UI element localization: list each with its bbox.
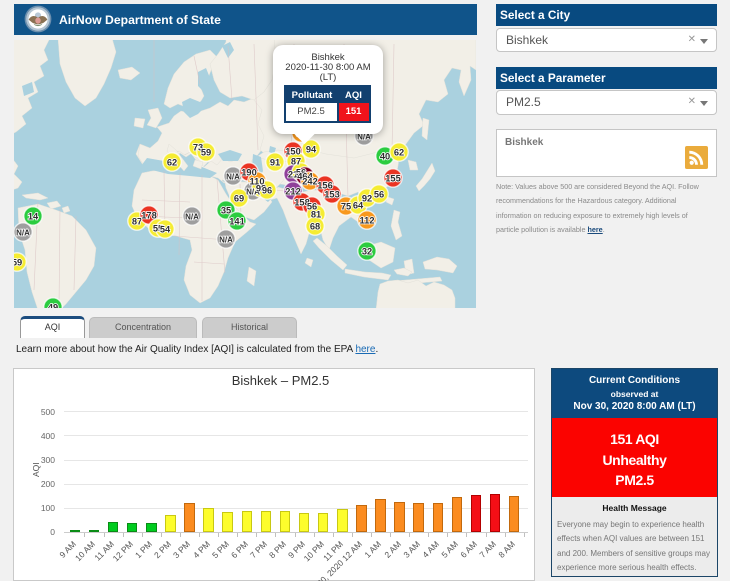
svg-text:49: 49 [48,302,58,308]
svg-text:68: 68 [310,221,320,231]
svg-text:94: 94 [306,144,317,154]
svg-text:96: 96 [262,185,272,195]
svg-text:91: 91 [270,157,280,167]
svg-text:N/A: N/A [185,212,199,221]
svg-text:155: 155 [385,173,401,183]
svg-text:59: 59 [201,147,211,157]
svg-text:153: 153 [324,189,340,199]
svg-text:242: 242 [302,176,318,186]
svg-text:141: 141 [229,216,245,226]
svg-text:212: 212 [285,186,301,196]
svg-text:150: 150 [285,146,301,156]
svg-text:N/A: N/A [16,228,30,237]
svg-text:35: 35 [221,205,231,215]
svg-text:69: 69 [234,193,244,203]
svg-text:81: 81 [311,209,321,219]
svg-text:56: 56 [374,189,384,199]
svg-text:14: 14 [28,211,39,221]
svg-text:87: 87 [291,156,301,166]
svg-text:112: 112 [360,215,375,225]
svg-text:N/A: N/A [226,172,240,181]
svg-text:92: 92 [362,193,372,203]
svg-text:32: 32 [362,246,372,256]
svg-text:40: 40 [380,151,390,161]
svg-text:62: 62 [394,147,404,157]
svg-text:62: 62 [167,157,177,167]
svg-text:54: 54 [160,224,171,234]
svg-text:75: 75 [341,201,351,211]
svg-text:59: 59 [14,257,22,267]
svg-text:N/A: N/A [219,235,233,244]
svg-text:178: 178 [141,210,157,220]
